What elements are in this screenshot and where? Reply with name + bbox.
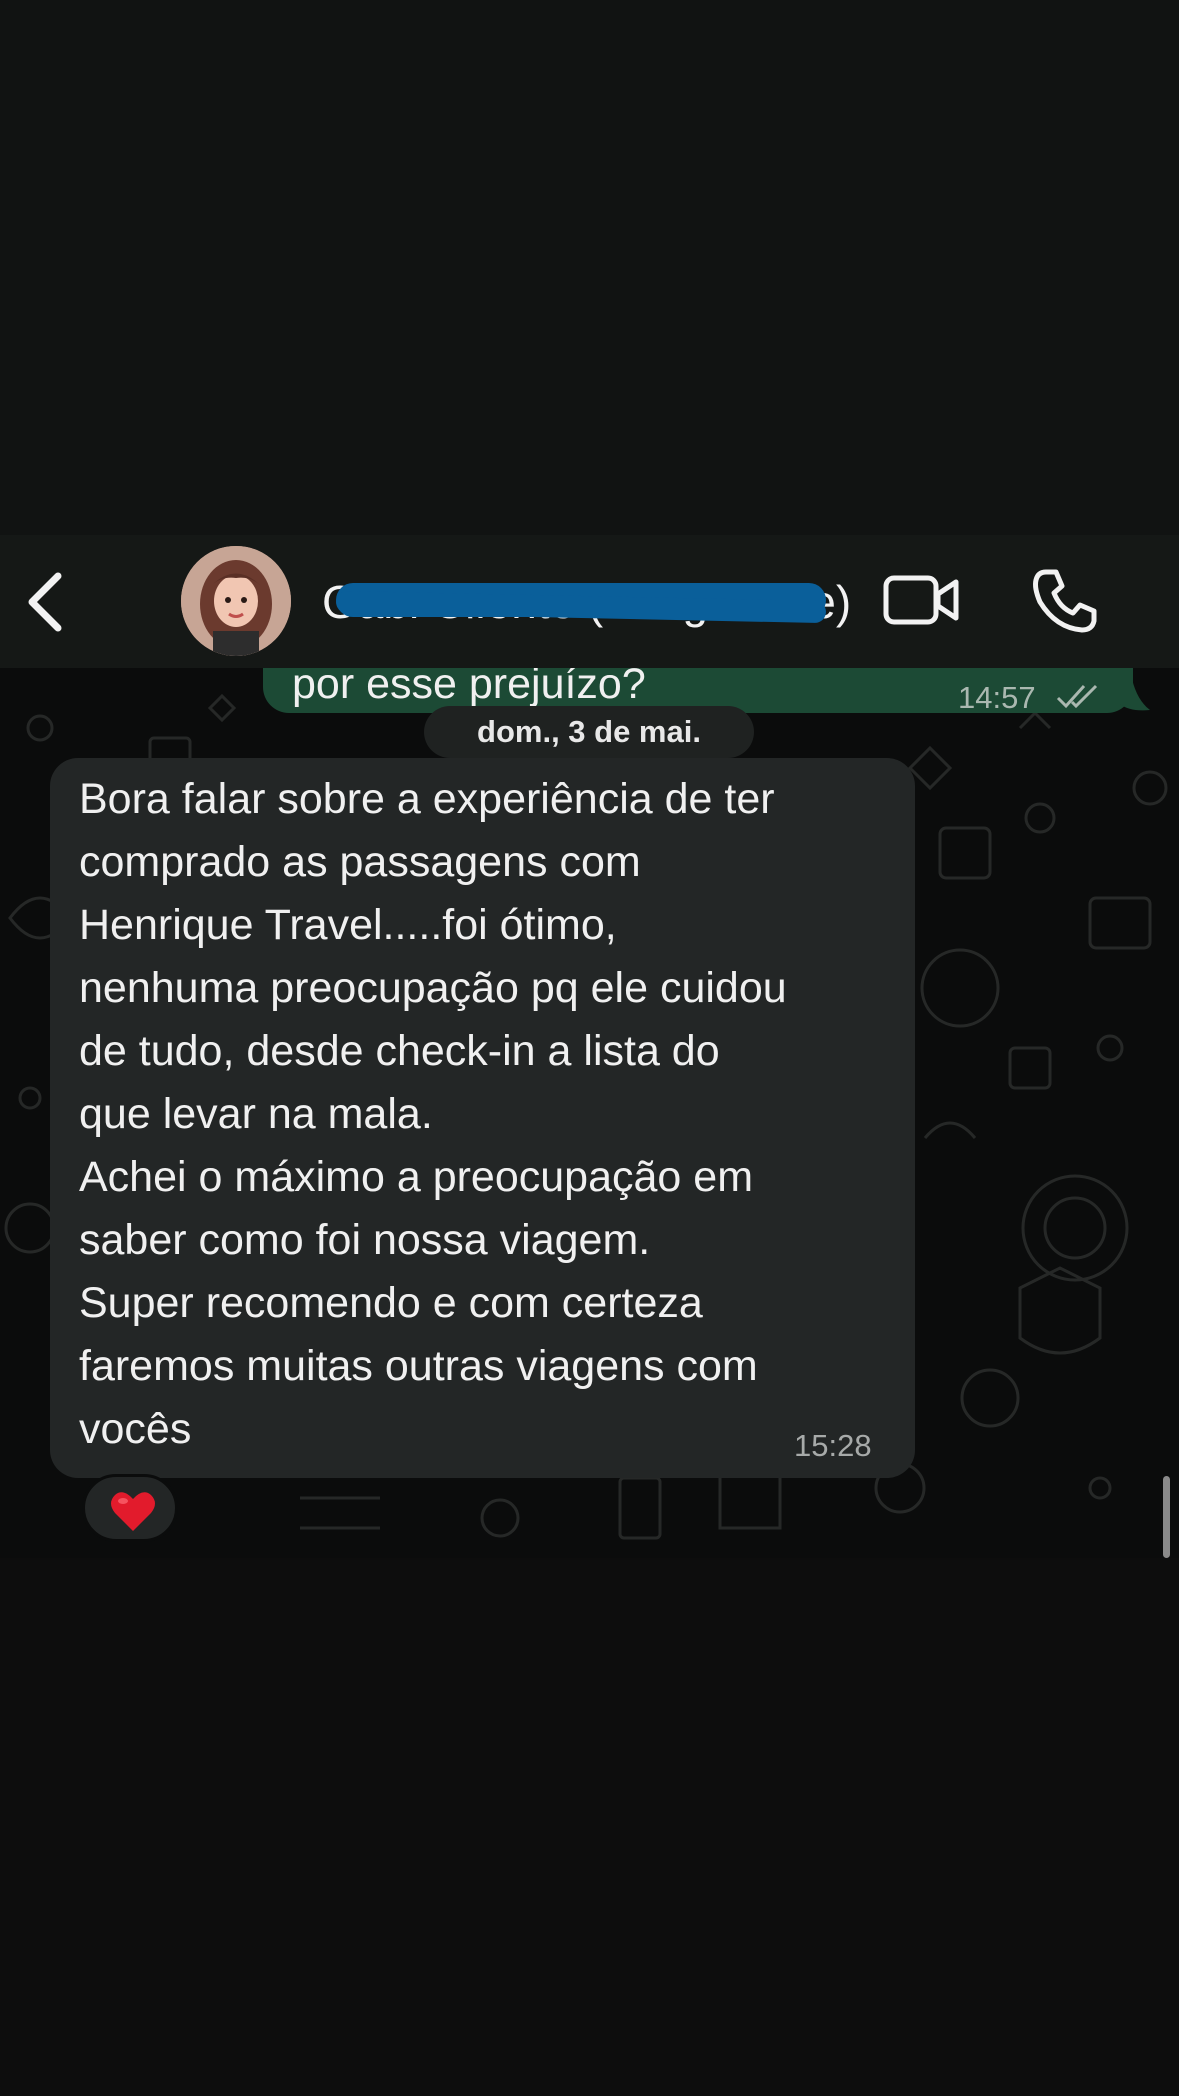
message-line: saber como foi nossa viagem. (79, 1216, 651, 1264)
double-check-icon (1056, 684, 1098, 709)
chat-area[interactable]: por esse prejuízo? 14:57 dom., 3 de mai.… (0, 668, 1179, 1558)
avatar[interactable] (181, 546, 291, 656)
incoming-message-text: Bora falar sobre a experiência de ter co… (79, 768, 909, 1461)
phone-icon[interactable] (1030, 566, 1100, 636)
video-camera-icon[interactable] (882, 572, 960, 628)
reaction-badge[interactable] (82, 1474, 178, 1542)
message-line: Bora falar sobre a experiência de ter (79, 775, 775, 823)
chevron-left-icon[interactable] (18, 570, 78, 634)
status-area (0, 0, 1179, 535)
outgoing-message-time: 14:57 (958, 680, 1036, 715)
heart-icon (111, 1492, 155, 1531)
message-line: Henrique Travel.....foi ótimo, (79, 901, 617, 949)
scrollbar[interactable] (1163, 1476, 1170, 1558)
message-line: de tudo, desde check-in a lista do (79, 1027, 720, 1075)
bubble-tail (1120, 668, 1150, 711)
outgoing-message-text: por esse prejuízo? (292, 668, 646, 708)
incoming-message-time: 15:28 (794, 1428, 872, 1463)
message-line: nenhuma preocupação pq ele cuidou (79, 964, 787, 1012)
date-separator: dom., 3 de mai. (424, 706, 754, 758)
message-line: que levar na mala. (79, 1090, 433, 1138)
message-line: Achei o máximo a preocupação em (79, 1153, 754, 1201)
message-line: vocês (79, 1405, 192, 1453)
bottom-area (0, 1558, 1179, 2096)
message-line: comprado as passagens com (79, 838, 641, 886)
message-line: Super recomendo e com certeza (79, 1279, 703, 1327)
message-line: faremos muitas outras viagens com (79, 1342, 758, 1390)
